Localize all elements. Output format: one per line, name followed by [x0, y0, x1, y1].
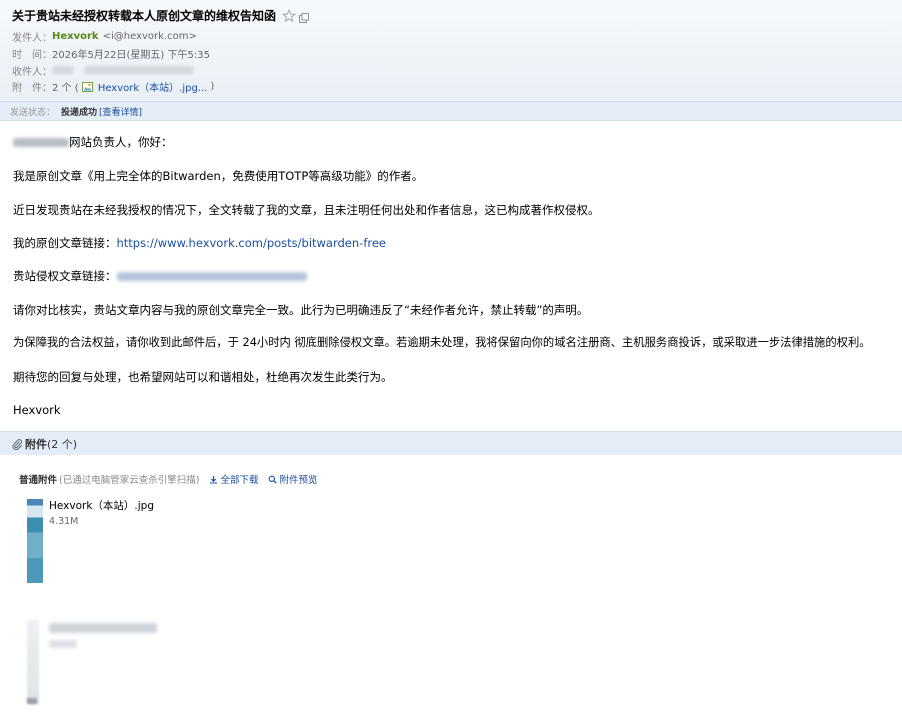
greeting-text: 网站负责人，你好：	[69, 135, 173, 149]
status-label: 发送状态：	[10, 107, 56, 118]
sender-name[interactable]: Hexvork	[52, 31, 99, 42]
time-value: 2026年5月22日(星期五) 下午5:35	[52, 49, 210, 61]
popout-icon[interactable]	[298, 9, 310, 23]
paragraph-3: 我的原创文章链接：https://www.hexvork.com/posts/b…	[13, 234, 386, 252]
paragraph-1: 我是原创文章《用上完全体的Bitwarden，免费使用TOTP等高级功能》的作者…	[13, 169, 424, 183]
status-value: 投递成功	[61, 107, 98, 118]
paragraph-2: 近日发现贵站在未经我授权的情况下，全文转载了我的文章，且未注明任何出处和作者信息…	[13, 203, 600, 217]
attachments-header: 附件 (2 个)	[0, 431, 902, 455]
download-all-button[interactable]: 全部下载	[209, 472, 258, 486]
jpg-icon	[81, 81, 93, 92]
attachment-thumbnail-redacted[interactable]	[27, 620, 39, 704]
greeting-site-redacted	[13, 138, 69, 147]
time-row: 时 间： 2026年5月22日(星期五) 下午5:35	[12, 45, 210, 61]
to-row: 收件人：	[12, 62, 194, 78]
attach-file-name: Hexvork（本站）.jpg...	[97, 82, 208, 94]
attachment-toolbar: 普通附件 (已通过电脑管家云查杀引擎扫描) 全部下载 附件预览	[19, 470, 317, 488]
attachment-file-size-redacted	[49, 640, 77, 648]
download-all-label: 全部下载	[220, 475, 259, 486]
star-icon[interactable]	[281, 8, 297, 23]
subject-row: 关于贵站未经授权转载本人原创文章的维权告知函	[12, 6, 310, 24]
attachment-thumbnail-foot	[27, 698, 37, 704]
status-detail-link[interactable]: [查看详情]	[99, 105, 142, 118]
attachment-type-label: 普通附件	[19, 475, 58, 486]
from-label: 发件人：	[12, 32, 52, 44]
attachment-file-size: 4.31M	[49, 516, 79, 527]
mail-header: 关于贵站未经授权转载本人原创文章的维权告知函 发件人： Hexvork <i@h…	[0, 0, 902, 101]
download-icon	[209, 475, 218, 484]
greeting: 网站负责人，你好：	[13, 133, 173, 151]
signature: Hexvork	[13, 403, 61, 417]
attachment-file-name[interactable]: Hexvork（本站）.jpg	[49, 498, 154, 513]
preview-button[interactable]: 附件预览	[268, 472, 317, 486]
infringing-link-label: 贵站侵权文章链接：	[13, 269, 117, 283]
preview-label: 附件预览	[279, 475, 318, 486]
attach-file-link[interactable]: Hexvork（本站）.jpg...	[81, 79, 208, 94]
search-icon	[268, 475, 278, 484]
attach-label: 附 件：	[12, 82, 52, 94]
time-label: 时 间：	[12, 49, 52, 61]
attachment-file-name-redacted[interactable]	[49, 623, 157, 633]
sender-email[interactable]: <i@hexvork.com>	[103, 31, 197, 42]
attach-count: 2 个 (	[52, 82, 79, 94]
attachment-thumbnail[interactable]	[27, 499, 43, 583]
scan-note: (已通过电脑管家云查杀引擎扫描)	[59, 475, 200, 486]
delivery-status-bar: 发送状态： 投递成功 [查看详情]	[0, 101, 902, 121]
attach-close-paren: )	[210, 80, 215, 92]
recipient-name-redacted[interactable]	[52, 66, 74, 74]
paragraph-4: 贵站侵权文章链接：	[13, 267, 307, 285]
to-label: 收件人：	[12, 66, 52, 78]
original-article-link[interactable]: https://www.hexvork.com/posts/bitwarden-…	[117, 236, 387, 250]
original-link-label: 我的原创文章链接：	[13, 236, 117, 250]
infringing-link-redacted[interactable]	[116, 272, 307, 281]
recipient-email-redacted[interactable]	[84, 66, 194, 74]
paragraph-6: 为保障我的合法权益，请你收到此邮件后，于 24小时内 彻底删除侵权文章。若逾期未…	[13, 336, 871, 349]
attach-row: 附 件： 2 个 ( Hexvork（本站）.jpg... )	[12, 78, 214, 94]
paperclip-icon	[11, 438, 23, 450]
mail-subject: 关于贵站未经授权转载本人原创文章的维权告知函	[12, 8, 277, 23]
from-row: 发件人： Hexvork <i@hexvork.com>	[12, 28, 197, 44]
attachments-count: (2 个)	[47, 437, 78, 451]
paragraph-7: 期待您的回复与处理，也希望网站可以和谐相处，杜绝再次发生此类行为。	[13, 370, 393, 384]
paragraph-5: 请你对比核实，贵站文章内容与我的原创文章完全一致。此行为已明确违反了“未经作者允…	[13, 303, 589, 317]
attachments-title: 附件	[25, 437, 47, 451]
